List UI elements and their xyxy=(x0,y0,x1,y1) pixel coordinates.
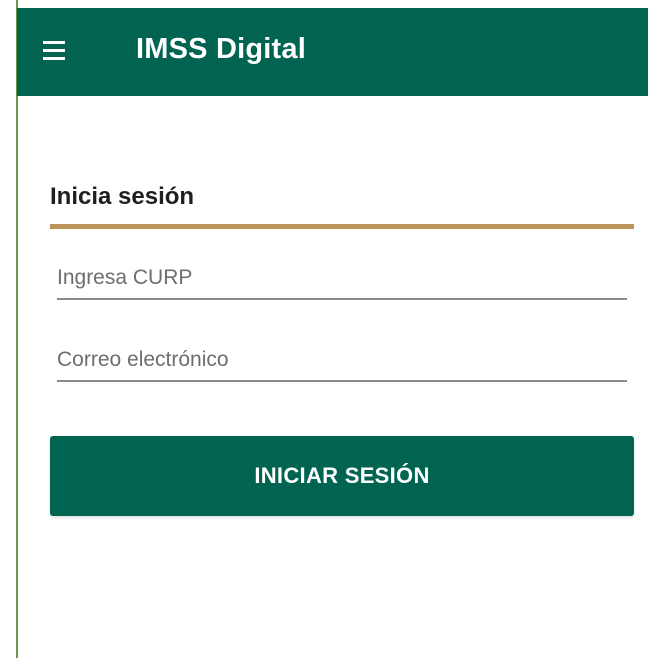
heading-divider xyxy=(50,224,634,229)
hamburger-menu-icon xyxy=(43,41,65,60)
app-bar: IMSS Digital xyxy=(17,8,648,96)
email-input[interactable] xyxy=(57,340,627,382)
menu-button[interactable] xyxy=(37,29,81,73)
left-border xyxy=(16,0,18,658)
login-heading: Inicia sesión xyxy=(50,183,195,210)
login-screen: IMSS Digital Inicia sesión INICIAR SESIÓ… xyxy=(0,0,648,658)
login-button[interactable]: INICIAR SESIÓN xyxy=(50,436,634,516)
curp-input[interactable] xyxy=(57,258,627,300)
app-title: IMSS Digital xyxy=(136,33,306,65)
